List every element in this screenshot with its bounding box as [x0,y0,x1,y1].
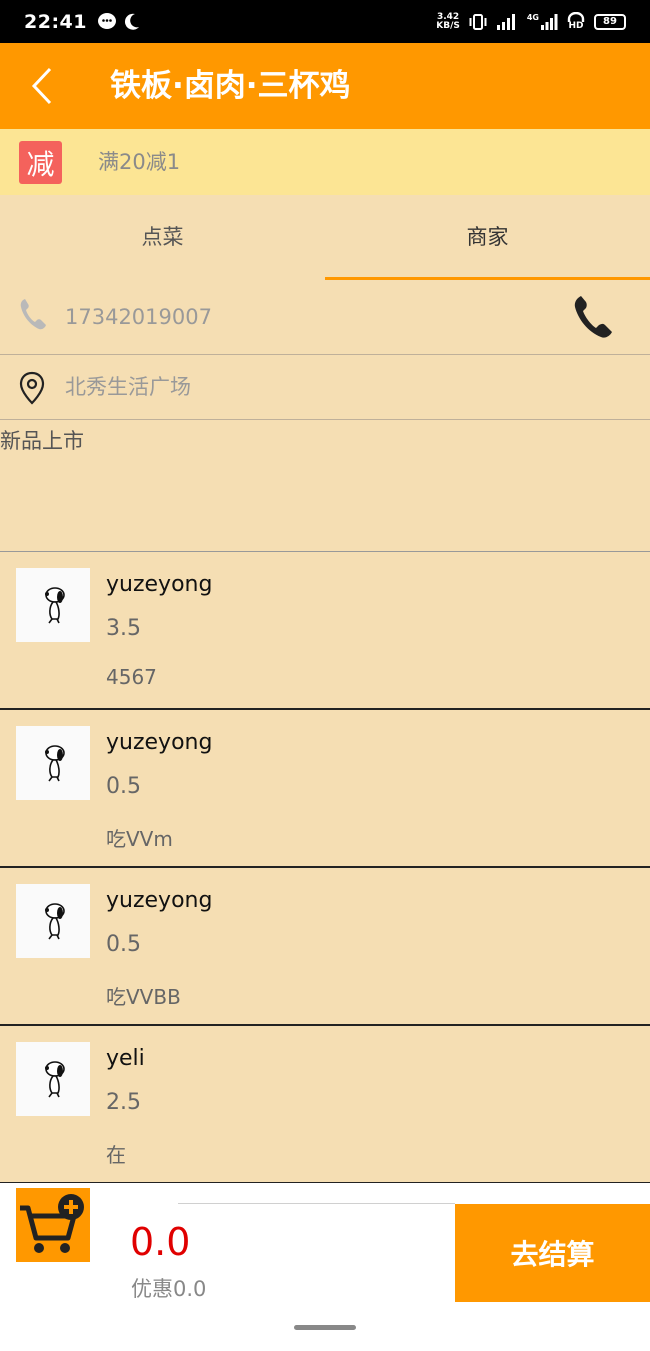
snoopy-avatar-icon [45,587,65,624]
status-system-icons: 3.42 KB/S 4G HD 89 [436,0,626,43]
app-screen: 22:41 3.42 KB/S 4G HD 89 铁板·卤肉·三杯鸡 减 满20… [0,0,650,1351]
tab-bar: 点菜 商家 [0,195,650,280]
reviewer-name: yuzeyong [106,730,213,755]
moon-icon [124,13,139,30]
review-item: yuzeyong 0.5 吃VVBB [0,868,650,1026]
merchant-notice: 新品上市 [0,421,650,552]
signal-4g-icon [541,13,558,30]
signal-4g: 4G [527,13,558,31]
address-row: 北秀生活广场 [0,355,650,420]
review-text: 4567 [106,665,157,689]
review-text: 在 [106,1143,126,1167]
cart-bar: 0.0 优惠0.0 去结算 [0,1183,650,1351]
divider [178,1203,455,1204]
review-score: 0.5 [106,774,141,799]
back-arrow-icon[interactable] [28,65,56,107]
review-text: 吃VVBB [106,985,181,1009]
review-item: yuzeyong 0.5 吃VVm [0,710,650,868]
review-score: 2.5 [106,1090,141,1115]
avatar [16,1042,90,1116]
cart-total: 0.0 [130,1220,191,1264]
phone-icon [20,299,46,330]
cart-button[interactable] [16,1188,90,1262]
home-gesture-bar[interactable] [294,1325,356,1330]
review-item: yeli 2.5 在 [0,1026,650,1184]
signal-icon [496,13,515,30]
page-title: 铁板·卤肉·三杯鸡 [110,68,351,104]
hd-voice: HD [567,12,585,31]
battery-icon: 89 [594,13,626,30]
avatar [16,726,90,800]
review-score: 3.5 [106,616,141,641]
promo-text: 满20减1 [98,150,181,174]
snoopy-avatar-icon [45,745,65,782]
snoopy-avatar-icon [45,1061,65,1098]
notice-text: 新品上市 [0,429,84,453]
reviewer-name: yuzeyong [106,572,213,597]
discount-badge: 减 [19,141,62,184]
status-time: 22:41 [24,10,87,33]
phone-number: 17342019007 [65,305,212,329]
reviewer-name: yeli [106,1046,145,1071]
phone-row: 17342019007 [0,280,650,355]
network-speed-unit: KB/S [436,20,460,31]
address-text: 北秀生活广场 [65,375,191,399]
add-to-cart-icon [20,1194,84,1253]
hd-label: HD [568,21,584,31]
vibrate-icon [469,13,487,30]
review-item: yuzeyong 3.5 4567 [0,552,650,710]
review-score: 0.5 [106,932,141,957]
discount-amount: 优惠0.0 [131,1277,207,1301]
location-pin-icon [19,371,45,405]
avatar [16,884,90,958]
merchant-content: 点菜 商家 17342019007 北秀生活广场 新品上市 yuzeyong 3… [0,195,650,1184]
network-speed: 3.42 KB/S [436,12,460,31]
tab-merchant[interactable]: 商家 [325,195,650,280]
review-text: 吃VVm [106,827,173,851]
checkout-button[interactable]: 去结算 [455,1204,650,1302]
promo-banner: 减 满20减1 [0,129,650,195]
network-type-label: 4G [526,12,539,22]
battery-level: 89 [603,16,617,27]
status-notification-icons [97,12,141,32]
top-app-bar: 铁板·卤肉·三杯鸡 [0,43,650,129]
status-bar: 22:41 3.42 KB/S 4G HD 89 [0,0,650,43]
chat-bubble-icon [97,12,116,29]
avatar [16,568,90,642]
snoopy-avatar-icon [45,903,65,940]
tab-menu[interactable]: 点菜 [0,195,325,280]
call-button-icon[interactable] [572,294,614,340]
reviewer-name: yuzeyong [106,888,213,913]
